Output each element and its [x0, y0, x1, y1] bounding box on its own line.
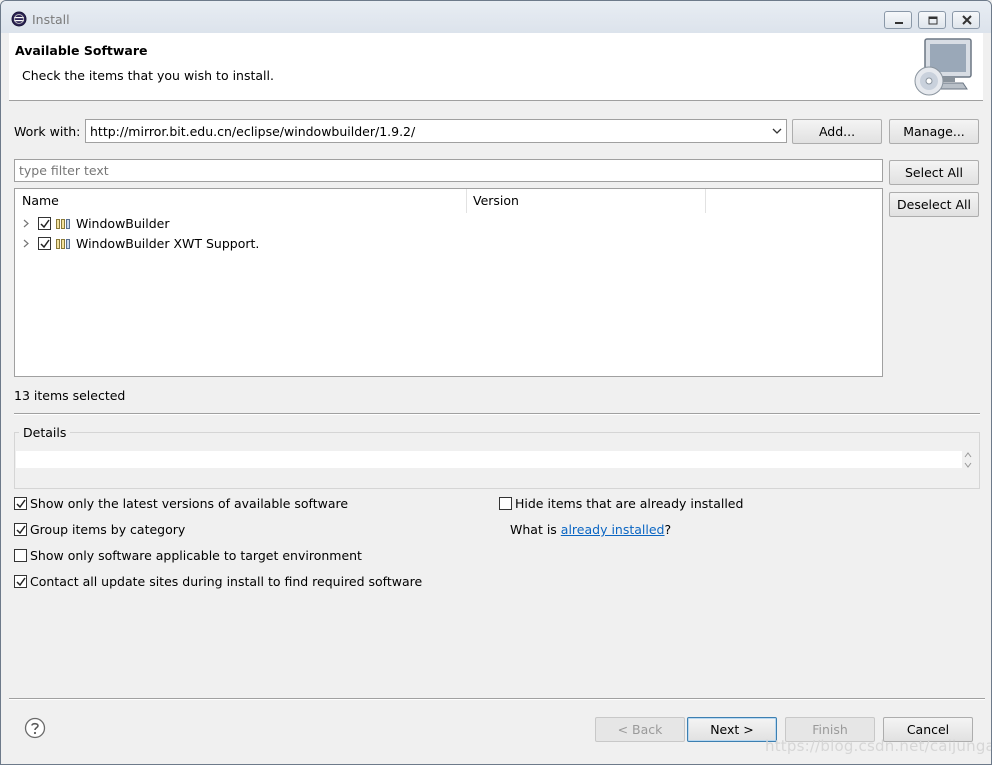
- checkmark-icon: [16, 499, 26, 509]
- hide-installed-checkbox[interactable]: [499, 497, 512, 510]
- item-checkbox[interactable]: [38, 217, 51, 230]
- close-window-button[interactable]: [952, 11, 980, 29]
- target-environment-checkbox[interactable]: [14, 549, 27, 562]
- group-by-category-label[interactable]: Group items by category: [30, 522, 185, 537]
- contact-update-sites-label[interactable]: Contact all update sites during install …: [30, 574, 422, 589]
- close-icon: [962, 15, 972, 25]
- chevron-right-icon[interactable]: [23, 219, 29, 228]
- watermark: https://blog.csdn.net/caijungan: [765, 737, 992, 755]
- dialog-header: Available Software Check the items that …: [9, 33, 983, 101]
- title-bar: Install: [1, 1, 991, 33]
- contact-update-sites-checkbox[interactable]: [14, 575, 27, 588]
- minimize-button[interactable]: [884, 11, 912, 29]
- help-icon[interactable]: [24, 717, 46, 739]
- select-all-button[interactable]: Select All: [889, 160, 979, 185]
- tree-item-label: WindowBuilder XWT Support.: [76, 236, 260, 251]
- scroll-arrows-icon[interactable]: [962, 450, 974, 470]
- chevron-right-icon[interactable]: [23, 239, 29, 248]
- tree-item-label: WindowBuilder: [76, 216, 170, 231]
- chevron-down-icon[interactable]: [772, 128, 782, 135]
- feature-group-icon: [56, 219, 70, 229]
- add-site-button[interactable]: Add...: [792, 119, 882, 144]
- manage-sites-button[interactable]: Manage...: [889, 119, 979, 144]
- column-header-version[interactable]: Version: [466, 189, 519, 213]
- item-checkbox[interactable]: [38, 237, 51, 250]
- software-tree[interactable]: Name Version WindowBuilder WindowBuilder…: [14, 188, 883, 377]
- checkmark-icon: [40, 219, 50, 229]
- deselect-all-button[interactable]: Deselect All: [889, 192, 979, 217]
- install-dialog: Install Available Software Check the ite…: [0, 0, 992, 765]
- filter-input[interactable]: type filter text: [14, 159, 883, 182]
- work-with-value: http://mirror.bit.edu.cn/eclipse/windowb…: [90, 124, 416, 139]
- what-is-prefix: What is: [510, 522, 557, 537]
- checkmark-icon: [16, 525, 26, 535]
- maximize-icon: [928, 16, 938, 25]
- tree-row[interactable]: WindowBuilder: [15, 214, 882, 234]
- footer-divider: [9, 699, 985, 700]
- what-is-suffix: ?: [664, 522, 672, 537]
- target-environment-label[interactable]: Show only software applicable to target …: [30, 548, 362, 563]
- work-with-combo[interactable]: http://mirror.bit.edu.cn/eclipse/windowb…: [85, 119, 787, 143]
- column-divider[interactable]: [705, 189, 706, 213]
- already-installed-link[interactable]: already installed: [561, 522, 665, 537]
- page-title: Available Software: [15, 43, 148, 58]
- what-is-installed-text: What is already installed?: [510, 522, 671, 537]
- feature-group-icon: [56, 239, 70, 249]
- minimize-icon: [895, 22, 903, 24]
- page-subtitle: Check the items that you wish to install…: [22, 68, 274, 83]
- tree-row[interactable]: WindowBuilder XWT Support.: [15, 234, 882, 254]
- column-header-name[interactable]: Name: [15, 189, 59, 213]
- details-label: Details: [19, 425, 71, 440]
- checkmark-icon: [16, 577, 26, 587]
- hide-installed-label[interactable]: Hide items that are already installed: [515, 496, 743, 511]
- divider: [14, 414, 980, 415]
- install-wizard-icon: [914, 38, 972, 96]
- details-text[interactable]: [16, 451, 962, 468]
- group-by-category-checkbox[interactable]: [14, 523, 27, 536]
- checkmark-icon: [40, 239, 50, 249]
- next-button[interactable]: Next >: [687, 717, 777, 742]
- selection-count: 13 items selected: [14, 388, 126, 403]
- latest-versions-label[interactable]: Show only the latest versions of availab…: [30, 496, 348, 511]
- maximize-button[interactable]: [918, 11, 946, 29]
- work-with-label: Work with:: [14, 124, 81, 139]
- latest-versions-checkbox[interactable]: [14, 497, 27, 510]
- eclipse-icon: [11, 11, 27, 27]
- window-title: Install: [32, 12, 70, 27]
- back-button[interactable]: < Back: [595, 717, 685, 742]
